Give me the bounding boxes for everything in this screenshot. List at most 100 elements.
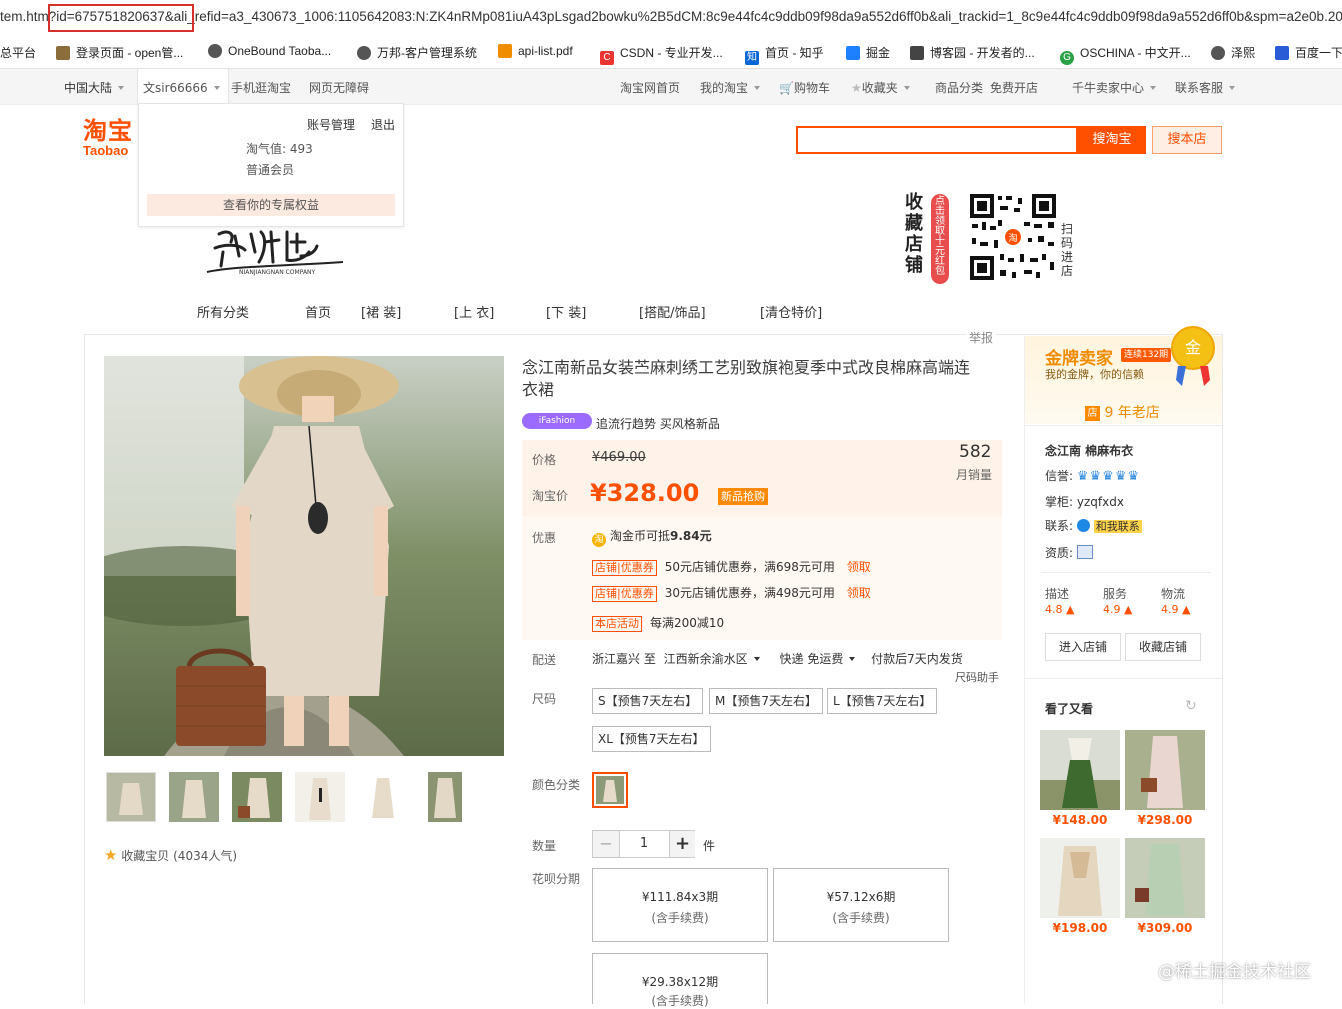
recommendation-image[interactable] bbox=[1125, 838, 1205, 918]
shop-nav-bottoms[interactable]: [下 装] bbox=[546, 302, 586, 321]
refresh-icon[interactable]: ↻ bbox=[1185, 698, 1197, 714]
recommendation-image[interactable] bbox=[1040, 838, 1120, 918]
score-service-label: 服务 bbox=[1103, 587, 1128, 601]
qr-code-icon: 淘 bbox=[968, 192, 1058, 282]
customer-service-menu[interactable]: 联系客服 bbox=[1175, 79, 1236, 96]
product-photo-illustration bbox=[104, 356, 504, 756]
mobile-link[interactable]: 手机逛淘宝 bbox=[231, 79, 291, 96]
license-icon[interactable] bbox=[1076, 545, 1093, 559]
installment-option-3[interactable]: ¥111.84x3期 (含手续费) bbox=[592, 868, 768, 942]
shop-nav-dresses[interactable]: [裙 装] bbox=[361, 302, 401, 321]
size-option-m[interactable]: M【预售7天左右】 bbox=[709, 688, 823, 714]
seller-center-menu[interactable]: 千牛卖家中心 bbox=[1072, 79, 1157, 96]
search-shop-button[interactable]: 搜本店 bbox=[1152, 126, 1222, 154]
taobao-logo[interactable]: 淘宝 Taobao bbox=[83, 118, 133, 158]
favorite-item-link[interactable]: ★ 收藏宝贝 (4034人气) bbox=[104, 846, 237, 864]
color-option-swatch[interactable] bbox=[592, 772, 628, 808]
free-shop-link[interactable]: 免费开店 bbox=[990, 79, 1038, 96]
bookmark-item[interactable]: 掘金 bbox=[846, 44, 890, 61]
product-thumbnail[interactable] bbox=[169, 772, 219, 822]
user-menu[interactable]: 文sir66666 bbox=[143, 79, 220, 96]
shop-nav-clearance[interactable]: [清仓特价] bbox=[760, 302, 822, 321]
shop-name[interactable]: 念江南 棉麻布衣 bbox=[1045, 442, 1133, 459]
report-link[interactable]: 举报 bbox=[966, 329, 997, 346]
product-main-image[interactable] bbox=[104, 356, 504, 756]
bookmarks-bar: 总平台 登录页面 - open管... OneBound Taoba... 万邦… bbox=[0, 36, 1342, 69]
bookmark-item[interactable]: 知首页 - 知乎 bbox=[745, 44, 824, 65]
size-option-l[interactable]: L【预售7天左右】 bbox=[827, 688, 938, 714]
cart-link[interactable]: 🛒购物车 bbox=[779, 79, 830, 96]
recommendation-price: ¥148.00 bbox=[1052, 813, 1108, 827]
benefits-button[interactable]: 查看你的专属权益 bbox=[147, 194, 395, 216]
delivery-destination-selector[interactable]: 江西新余渝水区 bbox=[664, 652, 760, 666]
bookmark-item[interactable]: 百度一下 bbox=[1275, 44, 1342, 61]
original-price: ¥469.00 bbox=[592, 450, 646, 465]
quantity-input[interactable]: 1 bbox=[620, 831, 668, 857]
region-selector[interactable]: 中国大陆 bbox=[64, 79, 125, 96]
recommendation-image[interactable] bbox=[1040, 730, 1120, 810]
current-price: ¥328.00 bbox=[590, 479, 700, 507]
shop-nav-all-categories[interactable]: 所有分类 bbox=[197, 302, 249, 321]
globe-icon bbox=[1211, 46, 1225, 60]
logout-link[interactable]: 退出 bbox=[371, 116, 395, 133]
increase-quantity-button[interactable]: + bbox=[669, 831, 695, 857]
browser-address-bar[interactable]: tem.htm?id=675751820637&ali_refid=a3_430… bbox=[0, 0, 1342, 37]
enter-shop-button[interactable]: 进入店铺 bbox=[1045, 633, 1121, 661]
installment-option-6[interactable]: ¥57.12x6期 (含手续费) bbox=[773, 868, 949, 942]
account-manage-link[interactable]: 账号管理 bbox=[307, 116, 355, 133]
size-option-s[interactable]: S【预售7天左右】 bbox=[592, 688, 704, 714]
taobao-home-link[interactable]: 淘宝网首页 bbox=[620, 79, 680, 96]
chevron-down-icon bbox=[753, 657, 760, 661]
bookmark-item[interactable]: G OSCHINA - 中文开... bbox=[1060, 44, 1191, 65]
product-thumbnail[interactable] bbox=[428, 772, 462, 822]
product-thumbnail[interactable] bbox=[295, 772, 345, 822]
bookmark-item[interactable]: 万邦-客户管理系统 bbox=[357, 44, 477, 61]
size-option-xl[interactable]: XL【预售7天左右】 bbox=[592, 726, 711, 752]
installment-label: 花呗分期 bbox=[532, 872, 581, 886]
product-thumbnail[interactable] bbox=[358, 772, 408, 822]
quantity-unit: 件 bbox=[703, 839, 716, 853]
taobao-price-label: 淘宝价 bbox=[532, 489, 569, 503]
claim-coupon-link[interactable]: 领取 bbox=[847, 586, 871, 600]
favorite-shop-button[interactable]: 收藏店铺 bbox=[1125, 633, 1201, 661]
product-thumbnail[interactable] bbox=[106, 772, 156, 822]
url-text[interactable]: tem.htm?id=675751820637&ali_refid=a3_430… bbox=[0, 9, 1342, 24]
decrease-quantity-button[interactable]: − bbox=[593, 831, 620, 857]
search-taobao-button[interactable]: 搜淘宝 bbox=[1078, 126, 1146, 154]
categories-link[interactable]: 商品分类 bbox=[935, 79, 983, 96]
thumbnail-image-icon bbox=[358, 772, 408, 822]
shop-nav-tops[interactable]: [上 衣] bbox=[454, 302, 494, 321]
site-top-nav: 中国大陆 文sir66666 手机逛淘宝 网页无障碍 淘宝网首页 我的淘宝 🛒购… bbox=[0, 69, 1342, 105]
recommendation-image[interactable] bbox=[1125, 730, 1205, 810]
bookmark-item[interactable]: 登录页面 - open管... bbox=[56, 44, 183, 61]
search-input[interactable] bbox=[796, 126, 1078, 154]
divider bbox=[1025, 678, 1222, 679]
keeper-row: 掌柜: yzqfxdx bbox=[1045, 495, 1124, 509]
shipping-selector[interactable]: 快递 免运费 bbox=[780, 652, 856, 666]
wangwang-icon bbox=[1076, 519, 1090, 532]
product-thumbnail[interactable] bbox=[232, 772, 282, 822]
shop-brand-logo[interactable]: NIANJIANGNAN COMPANY bbox=[205, 222, 345, 278]
contact-seller-button[interactable]: 和我联系 bbox=[1093, 520, 1142, 533]
coin-discount: 淘淘金币可抵9.84元 bbox=[592, 527, 712, 547]
installment-option-12[interactable]: ¥29.38x12期 (含手续费) bbox=[592, 953, 768, 1008]
bookmark-item[interactable]: 博客园 - 开发者的... bbox=[910, 44, 1035, 61]
favorite-shop-vertical[interactable]: 收藏店铺 bbox=[905, 192, 923, 276]
bookmark-item[interactable]: 总平台 bbox=[0, 44, 36, 61]
my-taobao-menu[interactable]: 我的淘宝 bbox=[700, 79, 761, 96]
favorites-menu[interactable]: ★收藏夹 bbox=[851, 79, 910, 96]
zhihu-icon: 知 bbox=[745, 51, 759, 65]
shop-nav-home[interactable]: 首页 bbox=[305, 302, 331, 321]
pdf-icon bbox=[498, 44, 512, 58]
score-desc-value: 4.8 ▲ bbox=[1045, 603, 1075, 616]
size-helper-link[interactable]: 尺码助手 bbox=[955, 669, 999, 685]
star-icon: ★ bbox=[104, 846, 118, 864]
bookmark-item[interactable]: C CSDN - 专业开发... bbox=[600, 44, 723, 65]
bookmark-item[interactable]: OneBound Taoba... bbox=[208, 44, 331, 58]
claim-coupon-link[interactable]: 领取 bbox=[847, 560, 871, 574]
accessible-link[interactable]: 网页无障碍 bbox=[309, 79, 369, 96]
red-packet-badge[interactable]: 点击领取十元红包 bbox=[931, 194, 949, 284]
bookmark-item[interactable]: 泽熙 bbox=[1211, 44, 1255, 61]
bookmark-item[interactable]: api-list.pdf bbox=[498, 44, 573, 58]
shop-nav-accessories[interactable]: [搭配/饰品] bbox=[639, 302, 706, 321]
